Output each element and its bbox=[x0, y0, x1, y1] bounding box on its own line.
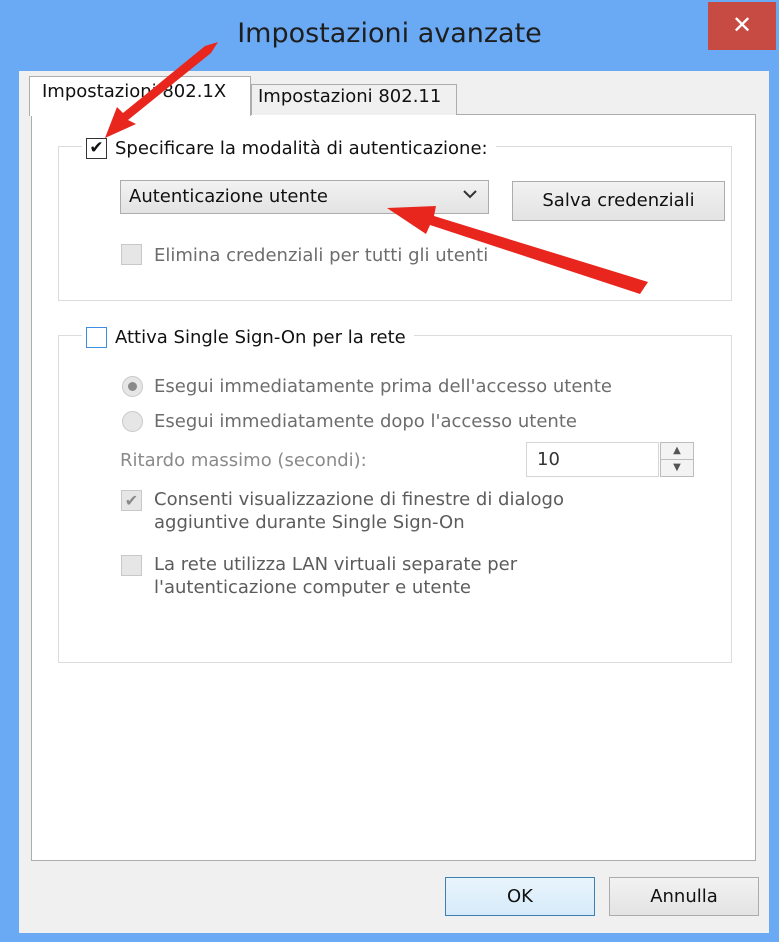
auth-mode-selected-value: Autenticazione utente bbox=[129, 186, 328, 207]
auth-mode-checkbox-row[interactable]: ✔ Specificare la modalità di autenticazi… bbox=[82, 134, 496, 162]
sso-checkbox[interactable] bbox=[86, 326, 107, 348]
tab-802-1x[interactable]: Impostazioni 802.1X bbox=[29, 76, 251, 116]
spin-up-icon[interactable]: ▲ bbox=[661, 443, 693, 460]
sso-label: Attiva Single Sign-On per la rete bbox=[115, 326, 406, 348]
separate-vlan-label: La rete utilizza LAN virtuali separate p… bbox=[154, 553, 517, 599]
allow-dialogs-label-line1: Consenti visualizzazione di finestre di … bbox=[154, 489, 564, 510]
check-icon: ✔ bbox=[89, 137, 104, 158]
max-delay-spinner: ▲ ▼ bbox=[660, 442, 694, 477]
auth-mode-select[interactable]: Autenticazione utente bbox=[120, 180, 489, 214]
tab-802-11[interactable]: Impostazioni 802.11 bbox=[251, 84, 457, 115]
title-bar[interactable]: Impostazioni avanzate ✕ bbox=[0, 0, 779, 76]
max-delay-value: 10 bbox=[537, 449, 560, 470]
ok-button[interactable]: OK bbox=[445, 877, 595, 916]
close-icon: ✕ bbox=[731, 11, 753, 39]
sso-checkbox-row[interactable]: Attiva Single Sign-On per la rete bbox=[82, 323, 414, 351]
radio-before-logon[interactable] bbox=[122, 376, 143, 397]
separate-vlan-label-line2: l'autenticazione computer e utente bbox=[154, 577, 471, 598]
separate-vlan-checkbox[interactable] bbox=[121, 555, 142, 576]
delete-credentials-checkbox[interactable] bbox=[121, 244, 142, 265]
auth-mode-label: Specificare la modalità di autenticazion… bbox=[115, 137, 488, 159]
max-delay-label: Ritardo massimo (secondi): bbox=[120, 450, 367, 471]
allow-dialogs-label: Consenti visualizzazione di finestre di … bbox=[154, 488, 564, 534]
allow-dialogs-checkbox[interactable]: ✔ bbox=[121, 490, 142, 511]
auth-mode-checkbox[interactable]: ✔ bbox=[86, 137, 107, 159]
auth-mode-group bbox=[58, 146, 732, 301]
radio-after-logon-label: Esegui immediatamente dopo l'accesso ute… bbox=[154, 411, 577, 432]
allow-dialogs-label-line2: aggiuntive durante Single Sign-On bbox=[154, 512, 465, 533]
spin-down-icon[interactable]: ▼ bbox=[661, 460, 693, 476]
radio-selected-dot bbox=[128, 382, 137, 391]
check-icon: ✔ bbox=[124, 491, 139, 510]
window-title: Impostazioni avanzate bbox=[237, 18, 542, 49]
chevron-down-icon bbox=[462, 187, 478, 203]
delete-credentials-label: Elimina credenziali per tutti gli utenti bbox=[154, 245, 489, 266]
close-button[interactable]: ✕ bbox=[708, 2, 776, 50]
max-delay-input[interactable]: 10 bbox=[526, 442, 659, 477]
separate-vlan-label-line1: La rete utilizza LAN virtuali separate p… bbox=[154, 554, 518, 575]
save-credentials-button[interactable]: Salva credenziali bbox=[512, 181, 725, 221]
dialog-window: Impostazioni avanzate ✕ Impostazioni 802… bbox=[0, 0, 779, 942]
radio-after-logon[interactable] bbox=[122, 411, 143, 432]
radio-before-logon-label: Esegui immediatamente prima dell'accesso… bbox=[154, 376, 612, 397]
cancel-button[interactable]: Annulla bbox=[609, 877, 759, 916]
